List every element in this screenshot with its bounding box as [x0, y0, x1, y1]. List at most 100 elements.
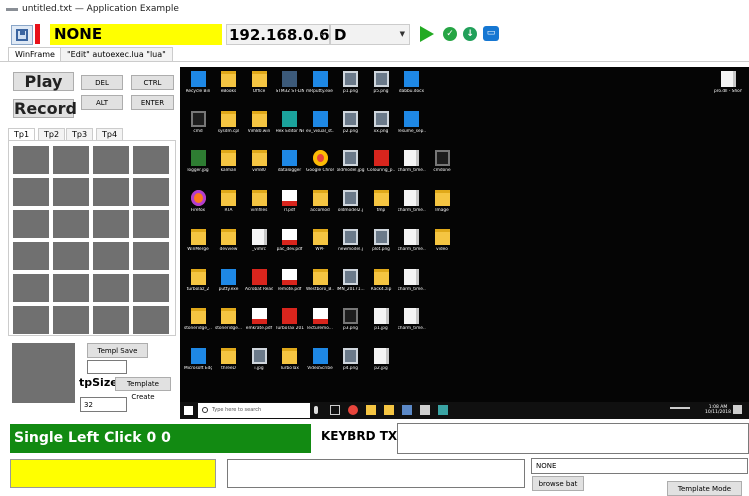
- desktop-icon[interactable]: p1.jpg: [367, 308, 395, 331]
- desktop-icon[interactable]: charm_time...: [398, 308, 426, 331]
- desktop-icon[interactable]: resume_sep...: [398, 110, 426, 134]
- desktop-icon[interactable]: cmd: [184, 110, 212, 134]
- check-icon[interactable]: ✓: [443, 27, 457, 41]
- desktop-icon[interactable]: datalogger: [276, 150, 304, 173]
- desktop-icon[interactable]: eBooks: [215, 71, 243, 94]
- desktop-icon[interactable]: Firefox: [184, 189, 212, 213]
- command-input[interactable]: [10, 459, 216, 488]
- template-name-input[interactable]: [87, 360, 127, 374]
- desktop-icon[interactable]: Colouring_p...: [367, 150, 395, 173]
- template-cell[interactable]: [53, 274, 89, 302]
- taskbar-search[interactable]: Type here to search: [198, 403, 310, 418]
- desktop-icon[interactable]: pro.dll - Shortcut: [714, 71, 742, 94]
- desktop-icon[interactable]: accomod: [306, 189, 334, 213]
- desktop-icon[interactable]: i.jpg: [245, 347, 273, 371]
- template-cell[interactable]: [93, 242, 129, 270]
- keyboard-text-input[interactable]: [397, 423, 749, 454]
- template-cell[interactable]: [133, 306, 169, 334]
- template-cell[interactable]: [133, 178, 169, 206]
- desktop-icon[interactable]: TurboTax: [276, 347, 304, 371]
- template-cell[interactable]: [133, 242, 169, 270]
- desktop-icon[interactable]: Westboro_B...: [306, 268, 334, 292]
- template-cell[interactable]: [133, 274, 169, 302]
- desktop-icon[interactable]: stoneridge...: [215, 308, 243, 331]
- tpsize-input[interactable]: 32: [80, 397, 127, 412]
- desktop-icon[interactable]: xx.png: [367, 110, 395, 134]
- template-cell[interactable]: [93, 210, 129, 238]
- play-icon[interactable]: [420, 26, 434, 42]
- template-cell[interactable]: [93, 178, 129, 206]
- desktop-icon[interactable]: p1.png: [337, 71, 365, 94]
- desktop-icon[interactable]: p4.png: [337, 347, 365, 371]
- desktop-icon[interactable]: charm_time...: [398, 229, 426, 252]
- desktop-icon[interactable]: Rack4.zip: [367, 268, 395, 292]
- desktop-icon[interactable]: pac_dev.pdf: [276, 229, 304, 252]
- microphone-icon[interactable]: [314, 406, 318, 414]
- app-window-icon[interactable]: [420, 405, 430, 415]
- desktop-icon[interactable]: dabbu.docx: [398, 71, 426, 94]
- desktop-icon[interactable]: Acrobat Reader DC: [245, 268, 273, 292]
- template-cell[interactable]: [93, 306, 129, 334]
- task-view-icon[interactable]: [330, 405, 340, 415]
- desktop-icon[interactable]: threeD: [215, 347, 243, 371]
- tab-tp3[interactable]: Tp3: [66, 128, 94, 140]
- template-cell[interactable]: [53, 146, 89, 174]
- desktop-icon[interactable]: WinMerge: [184, 229, 212, 252]
- desktop-icon[interactable]: sysdm.cpl: [215, 110, 243, 134]
- desktop-icon[interactable]: STM32 ST-LIN...: [276, 71, 304, 94]
- desktop-icon[interactable]: mRputty.exe - Shortcut: [306, 71, 334, 94]
- bat-path-field[interactable]: NONE: [531, 458, 748, 474]
- notification-icon[interactable]: [733, 405, 742, 414]
- desktop-icon[interactable]: Office: [245, 71, 273, 94]
- desktop-icon[interactable]: oldmodel.jpg: [337, 150, 365, 173]
- desktop-icon[interactable]: vimfiles: [245, 189, 273, 213]
- windows-start-icon[interactable]: [184, 406, 193, 415]
- desktop-icon[interactable]: p2.png: [337, 110, 365, 134]
- desktop-icon[interactable]: stoneridge_...: [184, 308, 212, 331]
- template-cell[interactable]: [93, 146, 129, 174]
- tab-tp2[interactable]: Tp2: [38, 128, 66, 140]
- desktop-icon[interactable]: Google Chrome: [306, 150, 334, 173]
- desktop-icon[interactable]: Image: [428, 189, 456, 213]
- desktop-icon[interactable]: newmodel.j: [337, 229, 365, 252]
- remote-desktop-view[interactable]: Recycle Bin eBooks Office STM32 ST-LIN...mR…: [180, 67, 749, 419]
- desktop-icon[interactable]: video: [428, 229, 456, 252]
- template-cell[interactable]: [13, 210, 49, 238]
- template-cell[interactable]: [133, 210, 169, 238]
- browse-bat-button[interactable]: browse bat: [532, 476, 584, 491]
- desktop-icon[interactable]: lecturemo...: [306, 308, 334, 331]
- desktop-icon[interactable]: charm_time...: [398, 150, 426, 173]
- template-cell[interactable]: [13, 178, 49, 206]
- desktop-icon[interactable]: TurboTax 2016: [276, 308, 304, 331]
- alt-button[interactable]: ALT: [81, 95, 123, 110]
- desktop-icon[interactable]: VideoScribe: [306, 347, 334, 371]
- desktop-icon[interactable]: oldmodel2.j: [337, 189, 365, 213]
- del-button[interactable]: DEL: [81, 75, 123, 90]
- folder-icon[interactable]: ▭: [483, 26, 499, 41]
- chrome-icon[interactable]: [348, 405, 358, 415]
- record-button[interactable]: Record: [13, 99, 77, 118]
- desktop-icon[interactable]: IMN_20171...: [337, 268, 365, 292]
- desktop-icon[interactable]: p5.png: [367, 71, 395, 94]
- desktop-icon[interactable]: Vim80.win: [245, 110, 273, 134]
- desktop-icon[interactable]: rl.pdf: [276, 189, 304, 213]
- desktop-icon[interactable]: p3.png: [337, 308, 365, 331]
- desktop-icon[interactable]: cmdone: [428, 150, 456, 173]
- file-explorer-icon[interactable]: [384, 405, 394, 415]
- download-icon[interactable]: ↓: [463, 27, 477, 41]
- desktop-icon[interactable]: WPF: [306, 229, 334, 252]
- desktop-icon[interactable]: remote.pdf: [276, 268, 304, 292]
- template-cell[interactable]: [13, 306, 49, 334]
- desktop-icon[interactable]: kalman: [215, 150, 243, 173]
- template-create-button[interactable]: Template Create: [115, 377, 171, 401]
- desktop-icon[interactable]: Microsoft Edge: [184, 347, 212, 371]
- network-icon[interactable]: [402, 405, 412, 415]
- desktop-icon[interactable]: Hex Editor Neo: [276, 110, 304, 134]
- template-cell[interactable]: [13, 274, 49, 302]
- template-cell[interactable]: [53, 210, 89, 238]
- desktop-icon[interactable]: tmp: [367, 189, 395, 213]
- ctrl-button[interactable]: CTRL: [131, 75, 174, 90]
- desktop-icon[interactable]: logger.jpg: [184, 150, 212, 173]
- play-button[interactable]: Play: [13, 72, 74, 91]
- desktop-icon[interactable]: turbolaz_2: [184, 268, 212, 292]
